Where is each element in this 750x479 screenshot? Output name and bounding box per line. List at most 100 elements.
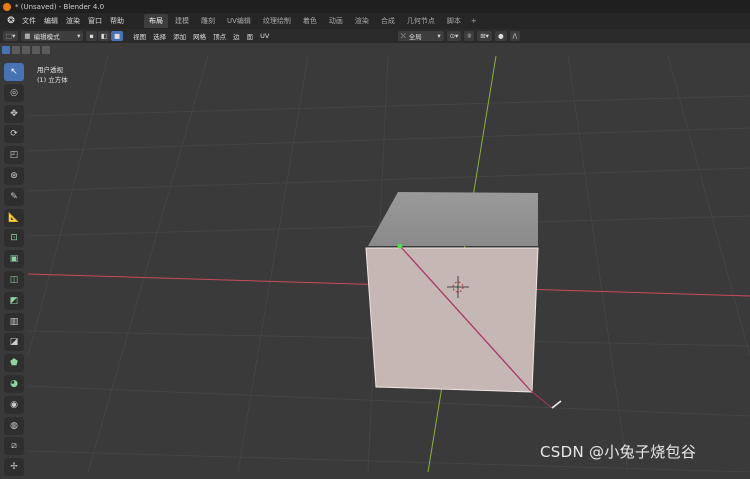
tool-transform[interactable]: ⊛ (4, 166, 24, 185)
transform-orientation-dropdown[interactable]: ⤬ 全局 ▾ (397, 31, 444, 41)
scale-icon: ◰ (9, 150, 19, 161)
tool-shrink-fatten[interactable]: ◍ (4, 416, 24, 435)
annotate-icon: ✎ (10, 191, 18, 202)
tool-spin[interactable]: ◕ (4, 374, 24, 393)
edge-select-button[interactable]: ◧ (97, 31, 110, 41)
menu-window[interactable]: 窗口 (88, 16, 102, 26)
shrink-fatten-icon: ◍ (10, 420, 18, 431)
menu-edit[interactable]: 编辑 (44, 16, 58, 26)
tab-sculpting[interactable]: 雕刻 (196, 14, 220, 28)
tool-loop-cut[interactable]: ▥ (4, 312, 24, 331)
select-subtract-button[interactable] (22, 45, 30, 54)
edit-mode-icon: ▦ (24, 32, 31, 40)
cube-top-face[interactable] (368, 192, 538, 246)
tab-modeling[interactable]: 建模 (170, 14, 194, 28)
tab-shading[interactable]: 着色 (298, 14, 322, 28)
blender-logo-icon (3, 2, 11, 11)
menu-uv[interactable]: UV (260, 32, 269, 40)
selected-vertex[interactable] (397, 243, 403, 249)
vertex-select-button[interactable]: ▪ (86, 31, 97, 41)
tool-add-cube[interactable]: ⊡ (4, 229, 24, 248)
tool-rip[interactable]: ✢ (4, 458, 24, 477)
menu-file[interactable]: 文件 (22, 16, 36, 26)
editor-type-icon: ⬚▾ (6, 32, 16, 40)
mode-label: 编辑模式 (33, 33, 60, 41)
tool-knife[interactable]: ◪ (4, 333, 24, 352)
vertex-select-icon: ▪ (89, 32, 94, 40)
tool-scale[interactable]: ◰ (4, 146, 24, 165)
tab-layout[interactable]: 布局 (144, 14, 168, 28)
blender-menu-icon[interactable]: ❂ (6, 16, 16, 26)
tab-uv-editing[interactable]: UV编辑 (222, 14, 256, 28)
tab-texture-paint[interactable]: 纹理绘制 (258, 14, 296, 28)
tool-smooth[interactable]: ◉ (4, 395, 24, 414)
menu-help[interactable]: 帮助 (110, 16, 124, 26)
left-toolbar: ↖ ◎ ✥ ⟳ ◰ ⊛ ✎ 📐 ⊡ ▣ ◫ ◩ ▥ ◪ ⬟ ◕ ◉ ◍ ⧄ ✢ (4, 63, 26, 479)
orientation-label: 全局 (408, 33, 422, 41)
loop-cut-icon: ▥ (9, 316, 19, 327)
window-title: * (Unsaved) - Blender 4.0 (15, 2, 105, 11)
tool-move[interactable]: ✥ (4, 104, 24, 123)
tool-select-box[interactable]: ↖ (4, 63, 24, 81)
tool-extrude[interactable]: ▣ (4, 250, 24, 269)
menu-vertex[interactable]: 顶点 (213, 31, 226, 41)
snap-target-dropdown[interactable]: ⊞▾ (477, 31, 492, 41)
move-icon: ✥ (10, 108, 18, 119)
knife-cursor-icon (551, 400, 562, 409)
tab-scripting[interactable]: 脚本 (442, 14, 466, 28)
smooth-icon: ◉ (10, 399, 18, 410)
add-workspace-button[interactable]: + (471, 17, 477, 25)
select-extend-button[interactable] (12, 45, 20, 54)
inset-icon: ◫ (9, 274, 19, 285)
pivot-point-button[interactable]: ⊙▾ (446, 31, 462, 41)
mode-dropdown[interactable]: ▦ 编辑模式 ▾ (21, 31, 84, 41)
tab-geometry-nodes[interactable]: 几何节点 (402, 14, 440, 28)
menu-render[interactable]: 渲染 (66, 16, 80, 26)
knife-icon: ◪ (9, 337, 19, 348)
tool-rotate[interactable]: ⟳ (4, 125, 24, 144)
title-bar: * (Unsaved) - Blender 4.0 (0, 0, 750, 13)
tool-cursor[interactable]: ◎ (4, 83, 24, 102)
orientation-icon: ⤬ (400, 31, 406, 40)
face-select-icon: ■ (113, 32, 121, 40)
tool-inset[interactable]: ◫ (4, 270, 24, 289)
menu-select[interactable]: 选择 (153, 31, 166, 41)
add-cube-icon: ⊡ (10, 233, 18, 244)
snap-target-icon: ⊞▾ (480, 32, 489, 40)
tool-bevel[interactable]: ◩ (4, 291, 24, 310)
tool-annotate[interactable]: ✎ (4, 187, 24, 206)
pivot-icon: ⊙▾ (449, 32, 459, 40)
spin-icon: ◕ (10, 378, 18, 389)
menu-bar: ❂ 文件 编辑 渲染 窗口 帮助 布局 建模 雕刻 UV编辑 纹理绘制 着色 动… (0, 13, 750, 29)
tab-compositing[interactable]: 合成 (376, 14, 400, 28)
select-intersect-button[interactable] (42, 45, 50, 54)
3d-viewport[interactable] (28, 56, 750, 472)
menu-face[interactable]: 面 (247, 31, 254, 41)
tab-animation[interactable]: 动画 (324, 14, 348, 28)
edge-select-icon: ◧ (100, 32, 107, 40)
proportional-edit-toggle[interactable]: ● (494, 31, 507, 41)
snap-toggle[interactable]: ⌾ (464, 31, 475, 41)
falloff-icon: /\ (512, 32, 517, 40)
menu-add[interactable]: 添加 (173, 31, 186, 41)
rotate-icon: ⟳ (10, 129, 18, 140)
tool-measure[interactable]: 📐 (4, 208, 24, 227)
face-select-button[interactable]: ■ (110, 31, 124, 41)
menu-mesh[interactable]: 网格 (193, 31, 206, 41)
tool-poly-build[interactable]: ⬟ (4, 354, 24, 373)
chevron-down-icon: ▾ (437, 32, 441, 40)
menu-view[interactable]: 视图 (133, 31, 146, 41)
tool-shear[interactable]: ⧄ (4, 437, 24, 456)
proportional-falloff-dropdown[interactable]: /\ (509, 31, 520, 41)
editor-type-button[interactable]: ⬚▾ (3, 31, 19, 41)
select-invert-button[interactable] (32, 45, 40, 54)
tab-rendering[interactable]: 渲染 (350, 14, 374, 28)
cursor-icon: ◎ (10, 87, 18, 98)
object-name-label: (1) 立方体 (37, 76, 68, 84)
menu-edge[interactable]: 边 (233, 31, 240, 41)
workspace-tabs: 布局 建模 雕刻 UV编辑 纹理绘制 着色 动画 渲染 合成 几何节点 脚本 (144, 14, 468, 28)
cube-mesh[interactable] (365, 192, 553, 409)
poly-build-icon: ⬟ (10, 358, 18, 369)
select-new-button[interactable] (2, 45, 10, 54)
measure-icon: 📐 (8, 212, 20, 223)
